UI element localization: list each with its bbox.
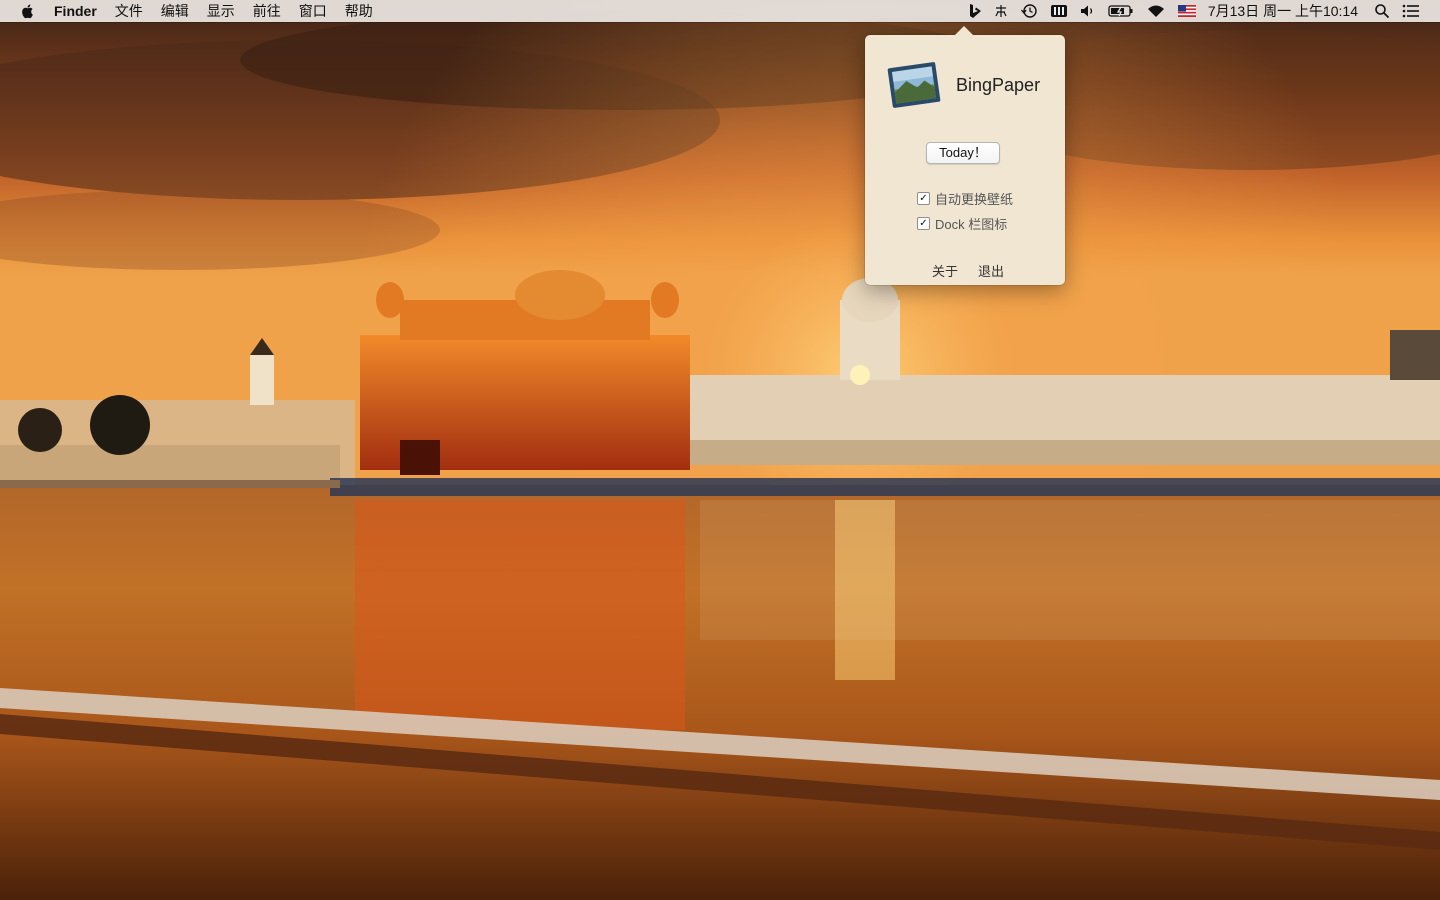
bingpaper-popover: BingPaper Today！ ✓ 自动更换壁纸 ✓ Dock 栏图标 关于 … <box>865 26 1065 285</box>
apple-icon[interactable] <box>20 3 36 19</box>
menu-bar-left: Finder 文件 编辑 显示 前往 窗口 帮助 <box>0 0 382 22</box>
menu-bar: Finder 文件 编辑 显示 前往 窗口 帮助 7月13日 周一 上午10:1… <box>0 0 1440 22</box>
time-machine-icon[interactable] <box>1014 0 1044 22</box>
auto-change-wallpaper-label: 自动更换壁纸 <box>935 192 1014 207</box>
popover-arrow <box>954 26 974 36</box>
dock-icon-option[interactable]: ✓ Dock 栏图标 <box>917 214 1007 233</box>
menu-help[interactable]: 帮助 <box>336 0 382 22</box>
dock-icon-label: Dock 栏图标 <box>935 217 1008 232</box>
battery-status-icon[interactable] <box>1044 0 1074 22</box>
quit-link[interactable]: 退出 <box>978 261 1004 280</box>
menu-edit[interactable]: 编辑 <box>152 0 198 22</box>
today-button[interactable]: Today！ <box>926 142 1000 164</box>
input-method-icon[interactable] <box>988 0 1014 22</box>
volume-icon[interactable] <box>1074 0 1102 22</box>
menu-bar-clock[interactable]: 7月13日 周一 上午10:14 <box>1202 1 1368 21</box>
app-name-label: BingPaper <box>956 75 1041 95</box>
bingpaper-app-icon <box>887 60 941 110</box>
spotlight-icon[interactable] <box>1368 0 1396 22</box>
desktop-wallpaper <box>0 0 1440 900</box>
auto-change-wallpaper-checkbox[interactable]: ✓ <box>917 192 930 205</box>
auto-change-wallpaper-option[interactable]: ✓ 自动更换壁纸 <box>917 189 1013 208</box>
app-menu-finder[interactable]: Finder <box>54 0 106 22</box>
bingpaper-icon[interactable] <box>962 0 988 22</box>
dock-icon-checkbox[interactable]: ✓ <box>917 217 930 230</box>
us-flag-icon[interactable] <box>1172 0 1202 22</box>
wifi-icon[interactable] <box>1140 0 1172 22</box>
about-link[interactable]: 关于 <box>932 261 958 280</box>
battery-icon[interactable] <box>1102 0 1140 22</box>
menu-view[interactable]: 显示 <box>198 0 244 22</box>
menu-bar-status: 7月13日 周一 上午10:14 <box>962 0 1440 22</box>
menu-go[interactable]: 前往 <box>244 0 290 22</box>
menu-window[interactable]: 窗口 <box>290 0 336 22</box>
menu-file[interactable]: 文件 <box>106 0 152 22</box>
notification-center-icon[interactable] <box>1396 0 1440 22</box>
